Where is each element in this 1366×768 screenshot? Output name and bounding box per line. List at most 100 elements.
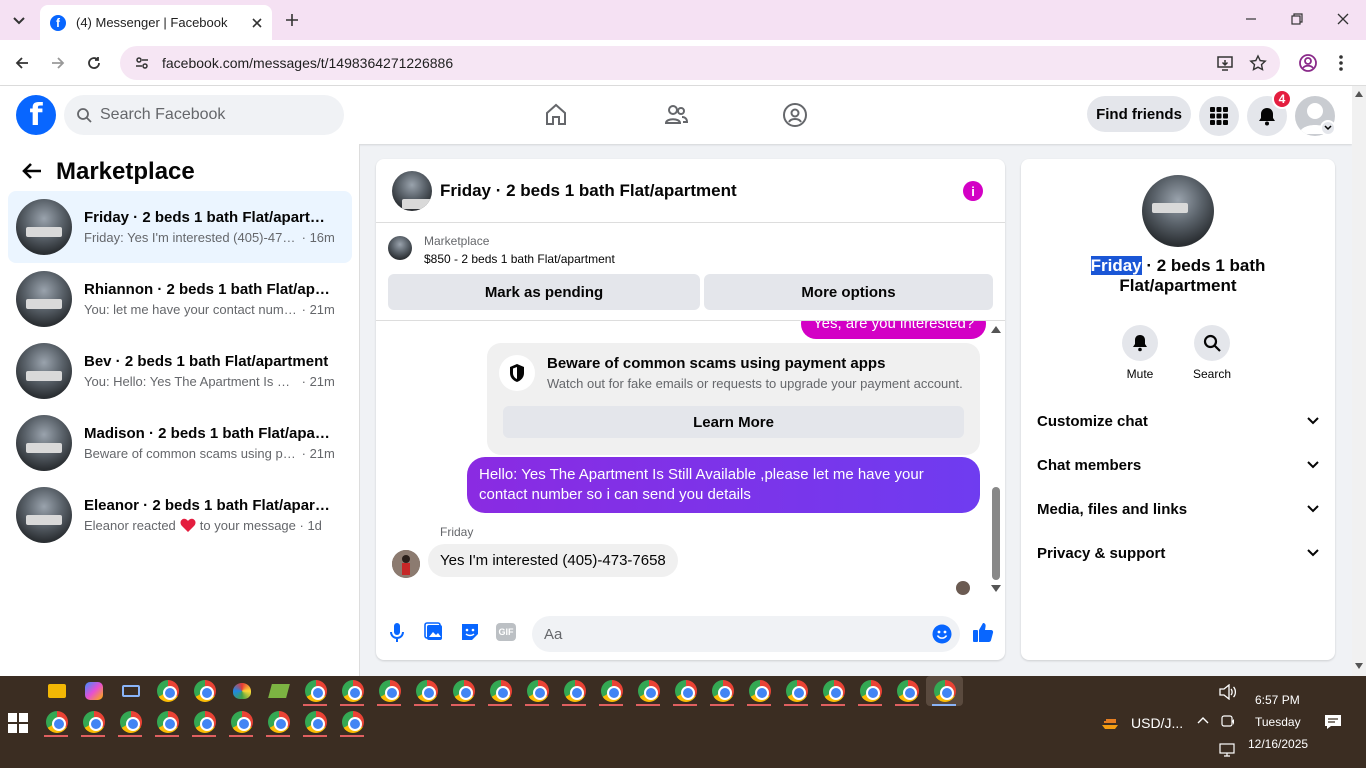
- chrome-taskbar-button[interactable]: [260, 707, 297, 737]
- chrome-taskbar-button[interactable]: [371, 676, 408, 706]
- media-files-links-section[interactable]: Media, files and links: [1037, 487, 1319, 531]
- chrome-taskbar-button[interactable]: [593, 676, 630, 706]
- start-button[interactable]: [8, 713, 28, 733]
- new-tab-button[interactable]: [284, 12, 300, 28]
- file-explorer-taskbar-button[interactable]: [38, 676, 75, 706]
- account-dropdown[interactable]: [1320, 120, 1336, 136]
- chrome-taskbar-button[interactable]: [334, 676, 371, 706]
- scroll-down-icon[interactable]: [1355, 663, 1363, 669]
- chrome-taskbar-button[interactable]: [630, 676, 667, 706]
- address-bar[interactable]: facebook.com/messages/t/1498364271226886: [120, 46, 1280, 80]
- network-button[interactable]: [1219, 743, 1235, 757]
- conversation-item[interactable]: Rhiannon · 2 beds 1 bath Flat/apartment …: [8, 263, 352, 335]
- chrome-taskbar-button[interactable]: [778, 676, 815, 706]
- browser-tab-messenger[interactable]: f (4) Messenger | Facebook: [40, 5, 272, 40]
- conversation-item[interactable]: Eleanor · 2 beds 1 bath Flat/apartment E…: [8, 479, 352, 551]
- bookmark-button[interactable]: [1249, 54, 1267, 72]
- customize-chat-section[interactable]: Customize chat: [1037, 399, 1319, 443]
- clock-time[interactable]: 6:57 PM: [1255, 693, 1300, 707]
- chat-scrollbar[interactable]: [990, 321, 1002, 608]
- chrome-taskbar-button[interactable]: [38, 707, 75, 737]
- clock-day[interactable]: Tuesday: [1255, 715, 1301, 729]
- page-scrollbar[interactable]: [1352, 86, 1366, 676]
- chrome-taskbar-button-active[interactable]: [926, 676, 963, 706]
- chrome-taskbar-button[interactable]: [741, 676, 778, 706]
- copilot-taskbar-button[interactable]: [75, 676, 112, 706]
- chrome-taskbar-button[interactable]: [704, 676, 741, 706]
- chrome-taskbar-button[interactable]: [482, 676, 519, 706]
- attach-photo-button[interactable]: [424, 622, 444, 642]
- site-settings-icon[interactable]: [134, 55, 150, 71]
- scroll-up-icon[interactable]: [1355, 91, 1363, 97]
- browser-menu-button[interactable]: [1338, 54, 1344, 72]
- learn-more-button[interactable]: Learn More: [503, 406, 964, 438]
- more-options-button[interactable]: More options: [704, 274, 993, 310]
- nav-groups[interactable]: [778, 98, 812, 132]
- privacy-support-section[interactable]: Privacy & support: [1037, 531, 1319, 575]
- chat-members-section[interactable]: Chat members: [1037, 443, 1319, 487]
- chat-header[interactable]: Friday · 2 beds 1 bath Flat/apartment: [376, 159, 1005, 223]
- menu-button[interactable]: [1199, 96, 1239, 136]
- app-taskbar-button[interactable]: [260, 676, 297, 706]
- paint-taskbar-button[interactable]: [223, 676, 260, 706]
- chrome-taskbar-button[interactable]: [149, 676, 186, 706]
- conversation-item[interactable]: Bev · 2 beds 1 bath Flat/apartment You: …: [8, 335, 352, 407]
- scroll-thumb[interactable]: [992, 487, 1000, 580]
- message-input[interactable]: Aa: [532, 616, 960, 652]
- mute-button[interactable]: Mute: [1121, 325, 1159, 381]
- show-hidden-icons-button[interactable]: [1197, 716, 1209, 724]
- tab-search-button[interactable]: [8, 10, 30, 32]
- chrome-taskbar-button[interactable]: [149, 707, 186, 737]
- chrome-taskbar-button[interactable]: [75, 707, 112, 737]
- chrome-taskbar-button[interactable]: [852, 676, 889, 706]
- nav-home[interactable]: [539, 98, 573, 132]
- chrome-taskbar-button[interactable]: [519, 676, 556, 706]
- chrome-taskbar-button[interactable]: [556, 676, 593, 706]
- conversation-item[interactable]: Madison · 2 beds 1 bath Flat/apartment B…: [8, 407, 352, 479]
- chrome-taskbar-button[interactable]: [297, 707, 334, 737]
- profile-button[interactable]: [1298, 53, 1318, 73]
- sticker-button[interactable]: [460, 622, 480, 642]
- restore-button[interactable]: [1290, 12, 1304, 26]
- facebook-logo-icon[interactable]: f: [16, 95, 56, 135]
- chrome-taskbar-button[interactable]: [186, 707, 223, 737]
- close-icon[interactable]: [252, 17, 262, 28]
- back-button[interactable]: [22, 162, 42, 180]
- chrome-taskbar-button[interactable]: [223, 707, 260, 737]
- chrome-taskbar-button[interactable]: [445, 676, 482, 706]
- chrome-taskbar-button[interactable]: [667, 676, 704, 706]
- message-list[interactable]: Yes, are you interested? Beware of commo…: [376, 321, 1005, 608]
- emoji-button[interactable]: [932, 624, 952, 644]
- chrome-taskbar-button[interactable]: [408, 676, 445, 706]
- mark-as-pending-button[interactable]: Mark as pending: [388, 274, 700, 310]
- conversation-item[interactable]: Friday · 2 beds 1 bath Flat/apartment Fr…: [8, 191, 352, 263]
- search-facebook-input[interactable]: Search Facebook: [64, 95, 344, 135]
- forward-button[interactable]: [50, 55, 66, 71]
- scroll-up-icon[interactable]: [991, 326, 1001, 333]
- window-close-button[interactable]: [1336, 12, 1350, 26]
- listing-text[interactable]: $850 - 2 beds 1 bath Flat/apartment: [424, 252, 615, 266]
- back-button[interactable]: [14, 55, 30, 71]
- volume-button[interactable]: [1219, 684, 1237, 700]
- find-friends-button[interactable]: Find friends: [1087, 96, 1191, 132]
- conversation-info-button[interactable]: i: [963, 181, 983, 201]
- weather-widget[interactable]: [1098, 711, 1122, 735]
- scroll-down-icon[interactable]: [991, 585, 1001, 592]
- chrome-taskbar-button[interactable]: [815, 676, 852, 706]
- nav-friends[interactable]: [659, 98, 693, 132]
- sender-avatar[interactable]: [392, 550, 420, 578]
- chrome-taskbar-button[interactable]: [186, 676, 223, 706]
- minimize-button[interactable]: [1244, 12, 1258, 26]
- install-app-button[interactable]: [1216, 54, 1234, 72]
- notification-center-button[interactable]: [1324, 714, 1342, 730]
- chrome-taskbar-button[interactable]: [889, 676, 926, 706]
- keyboard-taskbar-button[interactable]: [112, 676, 149, 706]
- gif-button[interactable]: GIF: [496, 623, 516, 641]
- clock-date[interactable]: 12/16/2025: [1248, 737, 1308, 751]
- search-in-conversation-button[interactable]: Search: [1189, 325, 1235, 381]
- chrome-taskbar-button[interactable]: [112, 707, 149, 737]
- meet-now-button[interactable]: [1221, 714, 1235, 728]
- currency-widget-text[interactable]: USD/J...: [1131, 715, 1183, 731]
- chrome-taskbar-button[interactable]: [297, 676, 334, 706]
- like-button[interactable]: [972, 621, 994, 643]
